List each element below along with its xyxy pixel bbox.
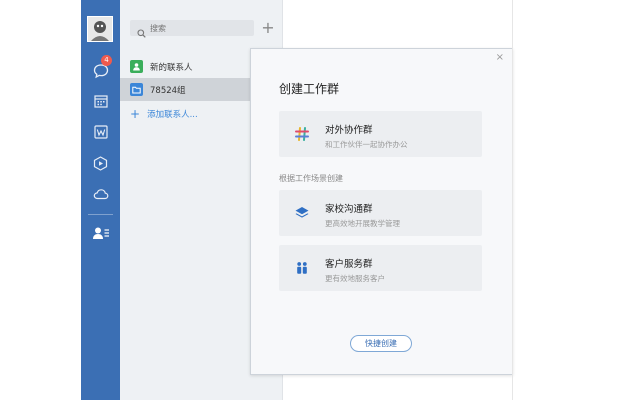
nav-rail: 4	[81, 0, 120, 400]
people-icon	[293, 259, 311, 277]
search-icon	[137, 23, 146, 42]
folder-icon	[130, 83, 143, 96]
option-title: 家校沟通群	[325, 204, 373, 215]
cloud-icon	[93, 187, 109, 201]
dialog-title: 创建工作群	[279, 82, 340, 96]
option-title: 对外协作群	[325, 125, 373, 136]
chat-nav-button[interactable]: 4	[81, 55, 120, 84]
plus-icon: +	[130, 107, 141, 121]
section-label: 根据工作场景创建	[279, 174, 343, 183]
close-button[interactable]: ×	[496, 53, 504, 63]
create-group-dialog: × 创建工作群 对外协作群 和工作伙伴一起协作办公 根据工作场景创建 家校沟通群…	[250, 48, 513, 375]
option-title: 客户服务群	[325, 259, 373, 270]
option-external-group[interactable]: 对外协作群 和工作伙伴一起协作办公	[279, 111, 482, 157]
contacts-nav-button[interactable]	[81, 220, 120, 246]
docs-nav-button[interactable]	[81, 119, 120, 145]
search-box[interactable]	[130, 20, 254, 38]
cube-icon	[93, 155, 108, 171]
add-contact-label: 添加联系人...	[147, 110, 198, 120]
unread-badge: 4	[101, 55, 112, 66]
window-edge	[512, 0, 513, 400]
rail-divider	[88, 214, 113, 215]
doc-icon	[93, 125, 108, 139]
option-school-group[interactable]: 家校沟通群 更高效地开展教学管理	[279, 190, 482, 236]
layers-icon	[293, 204, 311, 222]
hash-icon	[293, 125, 311, 143]
contact-item-label: 新的联系人	[150, 62, 193, 73]
contacts-icon	[92, 226, 110, 240]
quick-create-button[interactable]: 快捷创建	[350, 335, 412, 352]
option-subtitle: 更高效地开展教学管理	[325, 219, 400, 228]
calendar-nav-button[interactable]	[81, 88, 120, 114]
option-subtitle: 和工作伙伴一起协作办公	[325, 140, 408, 149]
apps-nav-button[interactable]	[81, 150, 120, 176]
search-input[interactable]	[150, 20, 250, 36]
option-customer-group[interactable]: 客户服务群 更有效地服务客户	[279, 245, 482, 291]
add-contact-link[interactable]: + 添加联系人...	[130, 108, 198, 120]
contact-item-label: 78524组	[150, 85, 186, 96]
avatar[interactable]	[87, 16, 113, 42]
option-subtitle: 更有效地服务客户	[325, 274, 385, 283]
cloud-nav-button[interactable]	[81, 181, 120, 207]
calendar-icon	[93, 94, 108, 108]
add-button[interactable]: +	[260, 20, 276, 36]
new-contact-icon	[130, 60, 143, 73]
